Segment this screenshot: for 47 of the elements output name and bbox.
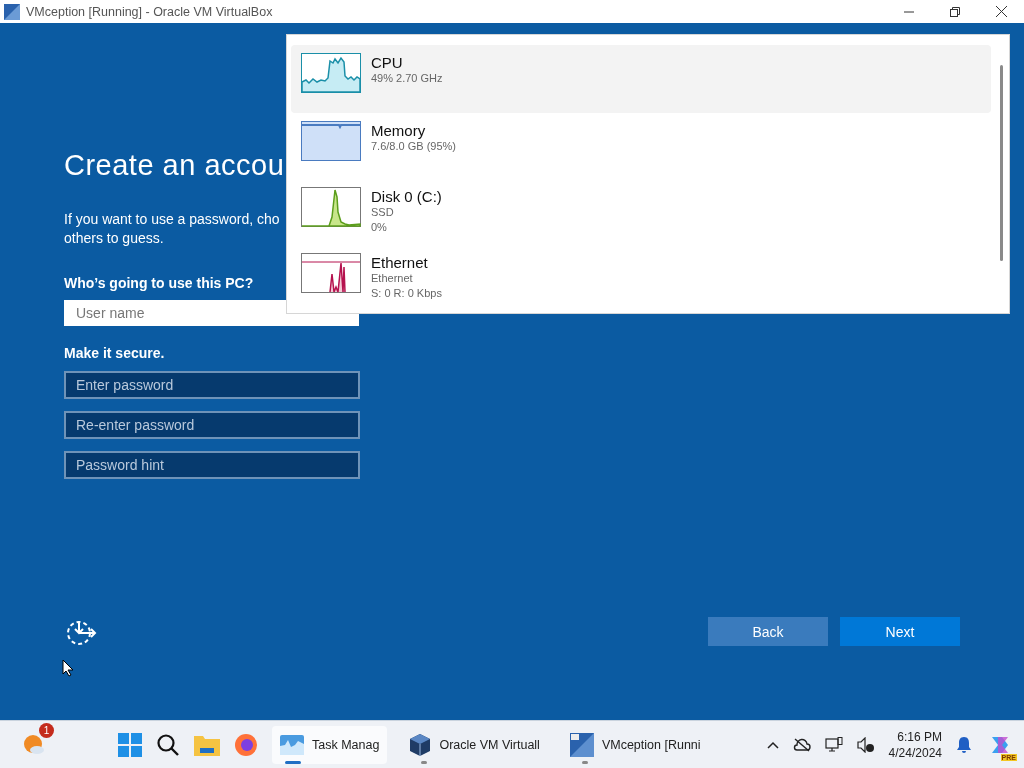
- item-detail: 0%: [371, 220, 388, 235]
- close-icon[interactable]: [995, 6, 1007, 17]
- folder-icon[interactable]: [194, 733, 220, 756]
- chevron-up-icon[interactable]: [766, 740, 779, 749]
- page-heading: Create an accou: [64, 149, 285, 182]
- who-label: Who’s going to use this PC?: [64, 275, 254, 291]
- scrollbar[interactable]: [1000, 65, 1003, 261]
- usage-graph-drawing: [301, 253, 361, 293]
- password-field[interactable]: Enter password: [64, 371, 360, 399]
- taskbar-app[interactable]: VMception [Runni: [561, 725, 709, 764]
- mouse-cursor-icon: [62, 659, 74, 677]
- performance-item[interactable]: CPU 49% 2.70 GHz: [291, 45, 991, 113]
- item-detail: 49% 2.70 GHz: [371, 71, 443, 86]
- bell-icon[interactable]: [956, 735, 972, 754]
- restore-icon[interactable]: [950, 6, 960, 17]
- next-button[interactable]: Next: [840, 617, 960, 646]
- item-detail: S: 0 R: 0 Kbps: [371, 286, 442, 301]
- clock[interactable]: 6:16 PM 4/24/2024: [888, 728, 942, 761]
- item-name: CPU: [371, 54, 404, 71]
- window-title: VMception [Running] - Oracle VM VirtualBox: [26, 4, 274, 19]
- chart-icon: [280, 734, 304, 755]
- item-detail: Ethernet: [371, 271, 414, 286]
- notification-badge: 1: [39, 722, 54, 738]
- taskbar-app[interactable]: Task Manag: [272, 725, 388, 764]
- item-name: Memory: [371, 122, 427, 139]
- usage-graph-drawing: [301, 187, 361, 227]
- usage-graph-drawing: [301, 121, 361, 161]
- cube-icon: [409, 732, 432, 757]
- performance-item[interactable]: Memory 7.6/8.0 GB (95%): [291, 113, 991, 179]
- usage-graph-drawing: [301, 53, 361, 93]
- performance-item[interactable]: Disk 0 (C:) SSD 0%: [291, 179, 991, 245]
- search-icon[interactable]: [156, 732, 180, 757]
- password-field[interactable]: Re-enter password: [64, 411, 360, 439]
- speaker-muted-icon[interactable]: [856, 736, 875, 753]
- item-name: Disk 0 (C:): [371, 188, 442, 205]
- description: If you want to use a password, cho others to guess.: [64, 210, 280, 248]
- password-field[interactable]: Password hint: [64, 451, 360, 479]
- back-button[interactable]: Back: [708, 617, 828, 646]
- secure-label: Make it secure.: [64, 345, 165, 361]
- network-icon[interactable]: [824, 736, 843, 753]
- start-icon[interactable]: [118, 732, 142, 757]
- cloud-off-icon[interactable]: [792, 737, 811, 752]
- weather-icon[interactable]: [22, 732, 46, 757]
- item-detail: 7.6/8.0 GB (95%): [371, 139, 456, 154]
- item-detail: SSD: [371, 205, 395, 220]
- taskbar-app[interactable]: Oracle VM Virtuall: [401, 725, 548, 764]
- item-name: Ethernet: [371, 254, 429, 271]
